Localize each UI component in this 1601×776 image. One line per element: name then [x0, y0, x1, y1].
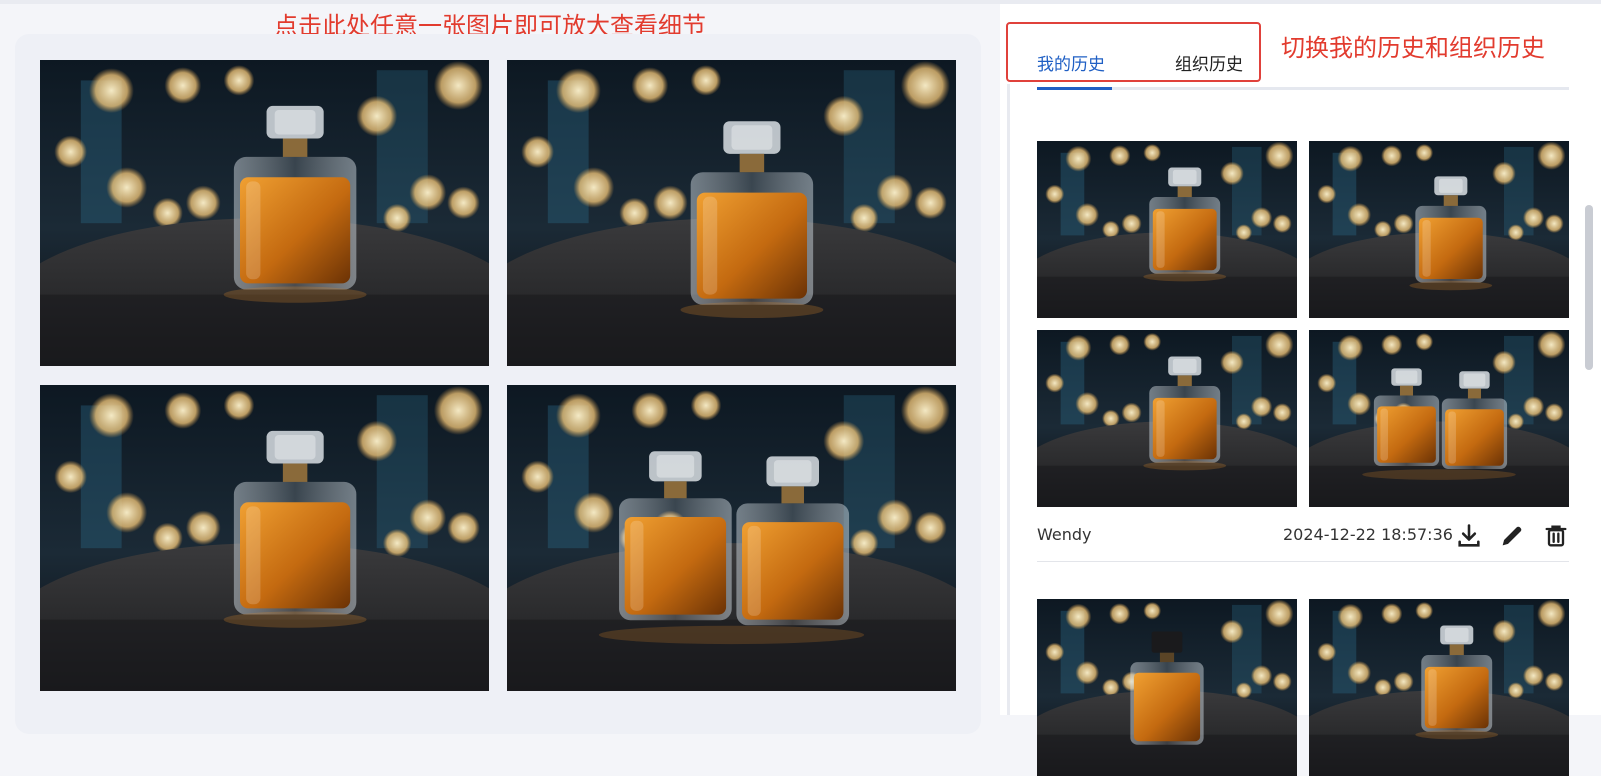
- download-icon[interactable]: [1455, 522, 1483, 550]
- edit-pencil-icon[interactable]: [1498, 522, 1526, 550]
- tab-org-history[interactable]: 组织历史: [1175, 50, 1243, 75]
- history-thumbnail-3[interactable]: [1037, 330, 1297, 507]
- history-thumbnail-4[interactable]: [1309, 330, 1569, 507]
- active-tab-indicator: [1037, 87, 1112, 90]
- panel-divider: [1007, 84, 1010, 715]
- gallery-image-2[interactable]: [507, 60, 956, 366]
- tabs-underline-track: [1037, 87, 1569, 90]
- history-thumbnail-5[interactable]: [1037, 599, 1297, 776]
- panel-scrollbar[interactable]: [1585, 205, 1593, 370]
- history-item-user: Wendy: [1037, 525, 1092, 544]
- history-item-separator: [1037, 561, 1569, 562]
- tab-my-history[interactable]: 我的历史: [1037, 50, 1105, 75]
- delete-trash-icon[interactable]: [1542, 522, 1570, 550]
- history-item-timestamp: 2024-12-22 18:57:36: [1283, 525, 1453, 544]
- gallery-image-1[interactable]: [40, 60, 489, 366]
- gallery-image-4[interactable]: [507, 385, 956, 691]
- history-thumbnail-2[interactable]: [1309, 141, 1569, 318]
- history-thumbnail-6[interactable]: [1309, 599, 1569, 776]
- gallery-image-3[interactable]: [40, 385, 489, 691]
- history-thumbnail-1[interactable]: [1037, 141, 1297, 318]
- annotation-tabs-hint: 切换我的历史和组织历史: [1281, 34, 1545, 62]
